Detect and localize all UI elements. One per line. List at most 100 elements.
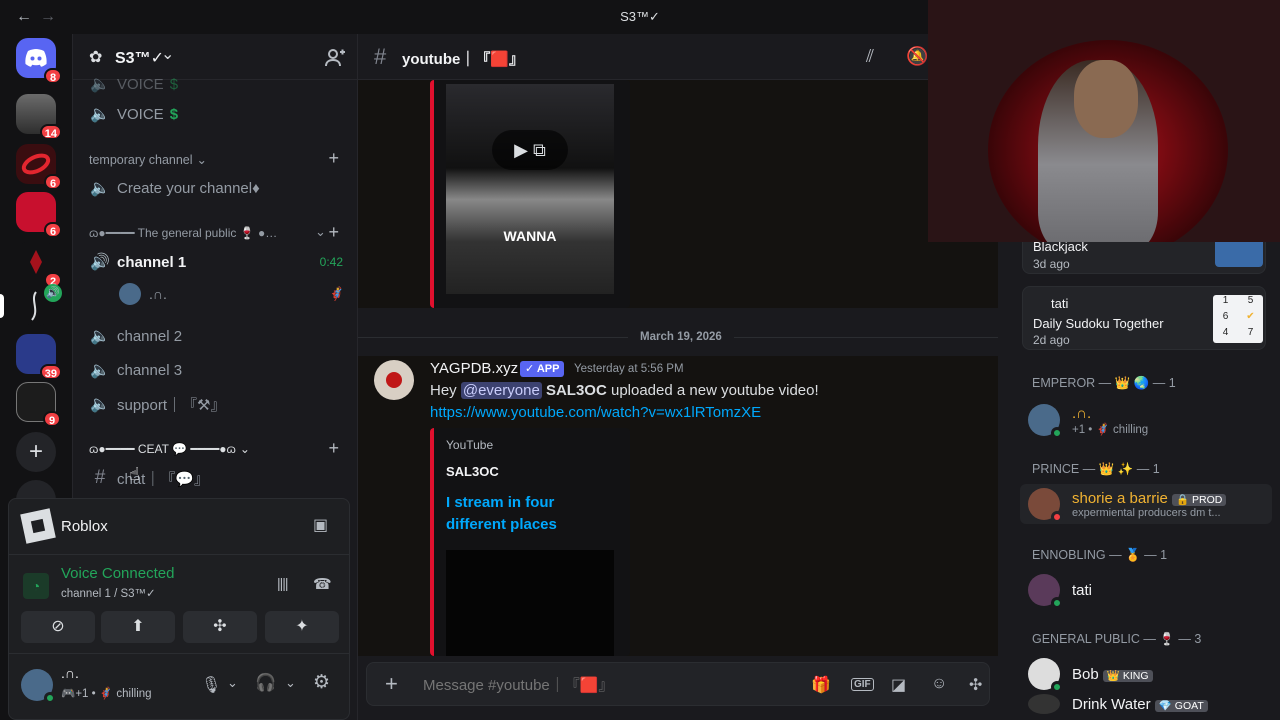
- stream-game-icon[interactable]: ▣: [313, 515, 328, 535]
- headphones-icon[interactable]: 🎧: [255, 673, 276, 693]
- avatar: [119, 283, 141, 305]
- category-temporary[interactable]: temporary channel ⌄: [89, 152, 208, 168]
- server-name: S3™✓: [115, 50, 164, 67]
- embed-provider: YouTube: [446, 438, 494, 452]
- play-button-icon[interactable]: ▶ ⧉: [492, 130, 568, 170]
- emoji-icon[interactable]: ☺: [931, 675, 947, 693]
- disconnect-icon[interactable]: ☎: [313, 575, 332, 593]
- chevron-down-icon: ⌄: [239, 442, 250, 456]
- channel-create[interactable]: 🔈 Create your channel♦: [89, 174, 260, 202]
- attach-plus-icon[interactable]: +: [385, 671, 398, 697]
- sudoku-digit: 1: [1222, 295, 1229, 306]
- embed-author[interactable]: SAL3OC: [446, 464, 499, 479]
- channel-chat[interactable]: # chat｜『💬』: [89, 464, 209, 492]
- user-status-text: chilling: [116, 688, 152, 700]
- message-input[interactable]: [423, 671, 783, 699]
- channel-1[interactable]: 🔊 channel 1 0:42: [89, 248, 343, 276]
- add-channel-icon[interactable]: +: [328, 148, 339, 169]
- channel-2[interactable]: 🔈 channel 2: [89, 322, 182, 350]
- server-icon[interactable]: 14: [16, 94, 62, 140]
- member-prince[interactable]: shorie a barrie 🔒 PROD expermiental produ…: [1020, 484, 1272, 524]
- user-avatar[interactable]: [21, 669, 56, 704]
- activity-user: tati: [1051, 296, 1069, 311]
- user-name: .∩.: [61, 665, 79, 681]
- soundboard-button[interactable]: ✦: [265, 611, 339, 643]
- screen-share-button[interactable]: ⬆: [101, 611, 175, 643]
- chevron-down-icon[interactable]: ⌄: [285, 675, 296, 691]
- add-channel-icon[interactable]: +: [328, 438, 339, 459]
- sticker-icon[interactable]: ◪: [891, 675, 906, 695]
- active-server-icon[interactable]: 🔊: [0, 284, 62, 326]
- gear-icon[interactable]: ⚙: [313, 671, 330, 694]
- add-server-icon[interactable]: +: [16, 432, 56, 472]
- server-icon[interactable]: 39: [16, 334, 62, 380]
- channel-voice-partial[interactable]: 🔈 VOICE $: [89, 70, 178, 98]
- gamepad-icon: 🎮: [61, 688, 76, 700]
- sudoku-digit: 4: [1222, 327, 1229, 338]
- activities-button[interactable]: ✣: [183, 611, 257, 643]
- channel-support[interactable]: 🔈 support｜『⚒』: [89, 390, 225, 418]
- message: YAGPDB.xyz ✓ APP Yesterday at 5:56 PM He…: [358, 356, 998, 656]
- video-thumbnail[interactable]: ▶ ⧉ WANNA: [446, 84, 614, 294]
- chevron-down-icon: ⌄: [161, 46, 175, 63]
- channel-label: channel 1: [117, 253, 187, 271]
- member-bob[interactable]: Bob 👑 KING: [1028, 654, 1153, 694]
- user-status: 🎮+1 • 🦸 chilling: [61, 688, 152, 700]
- soundboard-wave-icon[interactable]: ||||: [277, 575, 289, 591]
- channel-label: support｜『⚒』: [117, 396, 226, 414]
- youtube-link[interactable]: https://www.youtube.com/watch?v=wx1lRTom…: [430, 404, 761, 421]
- microphone-icon[interactable]: 🎙: [201, 675, 221, 695]
- voice-location[interactable]: channel 1 / S3™✓: [61, 586, 156, 600]
- server-icon[interactable]: 2: [16, 242, 62, 288]
- gift-icon[interactable]: 🎁: [811, 675, 831, 695]
- video-embed[interactable]: ▶ ⧉ WANNA: [430, 80, 630, 308]
- dollar-icon: $: [169, 75, 179, 93]
- add-channel-icon[interactable]: +: [328, 222, 339, 243]
- hash-icon: #: [94, 467, 106, 488]
- member-name: shorie a barrie: [1072, 489, 1168, 507]
- activity-time: 2d ago: [1033, 333, 1070, 347]
- server-icon[interactable]: 6: [16, 192, 62, 238]
- mention-everyone[interactable]: @everyone: [460, 382, 542, 399]
- sudoku-thumbnail: 1 5 6 ✔ 4 7: [1213, 295, 1263, 343]
- message-bold-name: SAL3OC: [545, 382, 607, 399]
- notification-badge: 39: [39, 364, 62, 380]
- avatar: [1028, 404, 1063, 439]
- channel-3[interactable]: 🔈 channel 3: [89, 356, 182, 384]
- role-header: EMPEROR — 👑 🌏 — 1: [1032, 376, 1176, 390]
- gif-icon[interactable]: GIF: [851, 678, 874, 691]
- channel-voice[interactable]: 🔈 VOICE $: [89, 100, 178, 128]
- discord-home-button[interactable]: 8: [16, 38, 62, 84]
- message-text: Hey: [430, 382, 457, 399]
- chat-header: # youtube｜『🟥』 ⫽ 🔕: [358, 34, 998, 80]
- avatar: [1028, 488, 1063, 523]
- speaker-icon: 🔈: [90, 76, 110, 93]
- chevron-down-icon: ⌄: [196, 153, 208, 167]
- video-thumbnail[interactable]: [446, 550, 614, 656]
- message-author[interactable]: YAGPDB.xyz: [430, 360, 518, 377]
- category-general-public[interactable]: ɷ●━━━━ The general public 🍷 ●…: [89, 226, 277, 240]
- speaker-icon: 🔈: [90, 328, 110, 345]
- activity-card[interactable]: tati Daily Sudoku Together 2d ago 1 5 6 ✔ …: [1022, 286, 1266, 350]
- embed-title[interactable]: I stream in four different places: [446, 492, 616, 536]
- mute-icon[interactable]: 🔕: [906, 46, 928, 67]
- chevron-down-icon[interactable]: ⌄: [227, 675, 238, 691]
- hash-icon: #: [374, 44, 387, 69]
- member-drink-water[interactable]: Drink Water 💎 GOAT: [1028, 690, 1208, 718]
- server-icon[interactable]: 9: [16, 382, 61, 427]
- category-ceat[interactable]: ɷ●━━━━ CEAT 💬 ━━━━●ɷ ⌄: [89, 442, 250, 456]
- member-ennobling[interactable]: tati: [1028, 570, 1092, 610]
- threads-icon[interactable]: ⫽: [866, 46, 874, 67]
- camera-off-button[interactable]: ⊘: [21, 611, 95, 643]
- role-header: ENNOBLING — 🏅 — 1: [1032, 548, 1168, 562]
- member-emperor[interactable]: .∩. +1 • 🦸 chilling: [1028, 400, 1148, 440]
- bot-avatar[interactable]: [374, 360, 414, 400]
- apps-icon[interactable]: ✣: [969, 675, 982, 695]
- dollar-icon: $: [169, 105, 179, 123]
- server-icon[interactable]: 6: [16, 144, 62, 190]
- add-member-icon[interactable]: [325, 48, 345, 68]
- voice-user[interactable]: .∩. 🦸: [119, 282, 345, 306]
- member-tag: 🔒 PROD: [1172, 493, 1227, 506]
- speaker-icon: 🔈: [90, 396, 110, 413]
- avatar: [1028, 694, 1060, 714]
